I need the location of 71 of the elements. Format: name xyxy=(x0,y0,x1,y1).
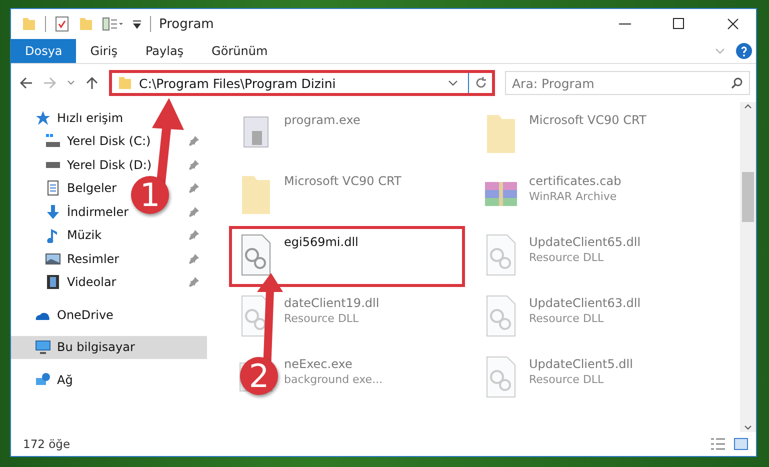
file-name[interactable]: UpdateClient5.dll xyxy=(529,357,633,371)
view-icon[interactable] xyxy=(102,16,124,32)
file-type: WinRAR Archive xyxy=(529,190,618,203)
pin-icon[interactable] xyxy=(189,206,199,217)
file-type: Resource DLL xyxy=(284,312,360,325)
sidebar-item[interactable]: Hızlı erişim xyxy=(57,110,124,125)
up-arrow-icon[interactable] xyxy=(85,76,99,90)
ribbon-tab[interactable]: Paylaş xyxy=(131,39,198,63)
file-name[interactable]: neExec.exe xyxy=(284,357,383,371)
close-icon xyxy=(727,18,739,30)
maximize-icon xyxy=(673,18,685,30)
folder-icon xyxy=(117,75,133,91)
large-icons-view-icon[interactable] xyxy=(734,437,748,451)
file-name[interactable]: UpdateClient63.dll xyxy=(529,296,641,310)
ribbon-tab[interactable]: Dosya xyxy=(11,39,76,63)
ribbon-tab[interactable]: Giriş xyxy=(76,39,132,63)
sidebar-item[interactable]: Ağ xyxy=(57,372,73,387)
back-arrow-icon[interactable] xyxy=(19,76,33,90)
pin-icon[interactable] xyxy=(189,183,199,194)
file-name[interactable]: UpdateClient65.dll xyxy=(529,235,641,249)
file-name[interactable]: Microsoft VC90 CRT xyxy=(529,113,646,127)
folder-icon xyxy=(21,16,37,32)
film-icon xyxy=(45,274,61,290)
properties-icon[interactable] xyxy=(54,16,70,32)
window-title: Program xyxy=(159,16,215,32)
file-name[interactable]: Microsoft VC90 CRT xyxy=(284,174,402,188)
sidebar-item[interactable]: Yerel Disk (D:) xyxy=(67,158,152,172)
sidebar-item[interactable]: Resimler xyxy=(67,252,120,266)
monitor-icon xyxy=(35,339,51,356)
file-type: Resource DLL xyxy=(529,312,605,325)
sidebar-item[interactable]: İndirmeler xyxy=(67,204,129,219)
file-name[interactable]: egi569mi.dll xyxy=(284,235,358,249)
file-type: Resource DLL xyxy=(529,251,605,264)
sidebar-item[interactable]: OneDrive xyxy=(57,308,114,322)
picture-icon xyxy=(45,250,61,267)
file-type: background exe... xyxy=(284,373,383,386)
address-bar[interactable]: C:\Program Files\Program Dizini xyxy=(109,70,495,96)
network-icon xyxy=(35,372,51,388)
new-folder-icon xyxy=(78,16,94,32)
sidebar-item[interactable]: Yerel Disk (C:) xyxy=(67,134,151,148)
pin-icon[interactable] xyxy=(189,254,199,264)
drive-icon xyxy=(45,133,61,150)
file-name[interactable]: dateClient19.dll xyxy=(284,296,380,310)
scrollbar-thumb[interactable] xyxy=(742,172,754,222)
sidebar-item[interactable]: Bu bilgisayar xyxy=(57,340,135,354)
drive-icon xyxy=(45,162,61,168)
refresh-icon xyxy=(474,77,486,89)
file-type: Resource DLL xyxy=(529,373,605,386)
selection-highlight[interactable]: Bu bilgisayar xyxy=(11,336,207,359)
pin-icon[interactable] xyxy=(189,160,199,170)
scrollbar[interactable] xyxy=(740,102,756,432)
ribbon-tab[interactable]: Görünüm xyxy=(198,39,282,63)
details-view-icon[interactable] xyxy=(710,437,726,451)
chevron-down-icon[interactable] xyxy=(67,79,75,87)
sidebar-item[interactable]: Videolar xyxy=(67,275,116,290)
help-icon[interactable] xyxy=(736,43,752,59)
item-count: 172 öğe xyxy=(23,437,72,451)
search-field[interactable]: Ara: Program xyxy=(505,71,750,95)
download-icon xyxy=(45,204,61,220)
chevron-down-icon[interactable] xyxy=(448,78,458,88)
sidebar-item[interactable]: Müzik xyxy=(67,228,102,242)
star-icon xyxy=(35,110,51,126)
pin-icon[interactable] xyxy=(189,277,199,288)
customize-toolbar-icon[interactable] xyxy=(132,18,142,30)
pin-icon[interactable] xyxy=(189,136,199,146)
search-icon xyxy=(731,77,743,89)
file-name[interactable]: program.exe xyxy=(284,113,360,127)
document-icon xyxy=(45,180,61,196)
sidebar-item[interactable]: Belgeler xyxy=(67,181,117,196)
pin-icon[interactable] xyxy=(189,230,199,240)
file-name[interactable]: certificates.cab xyxy=(529,174,622,188)
